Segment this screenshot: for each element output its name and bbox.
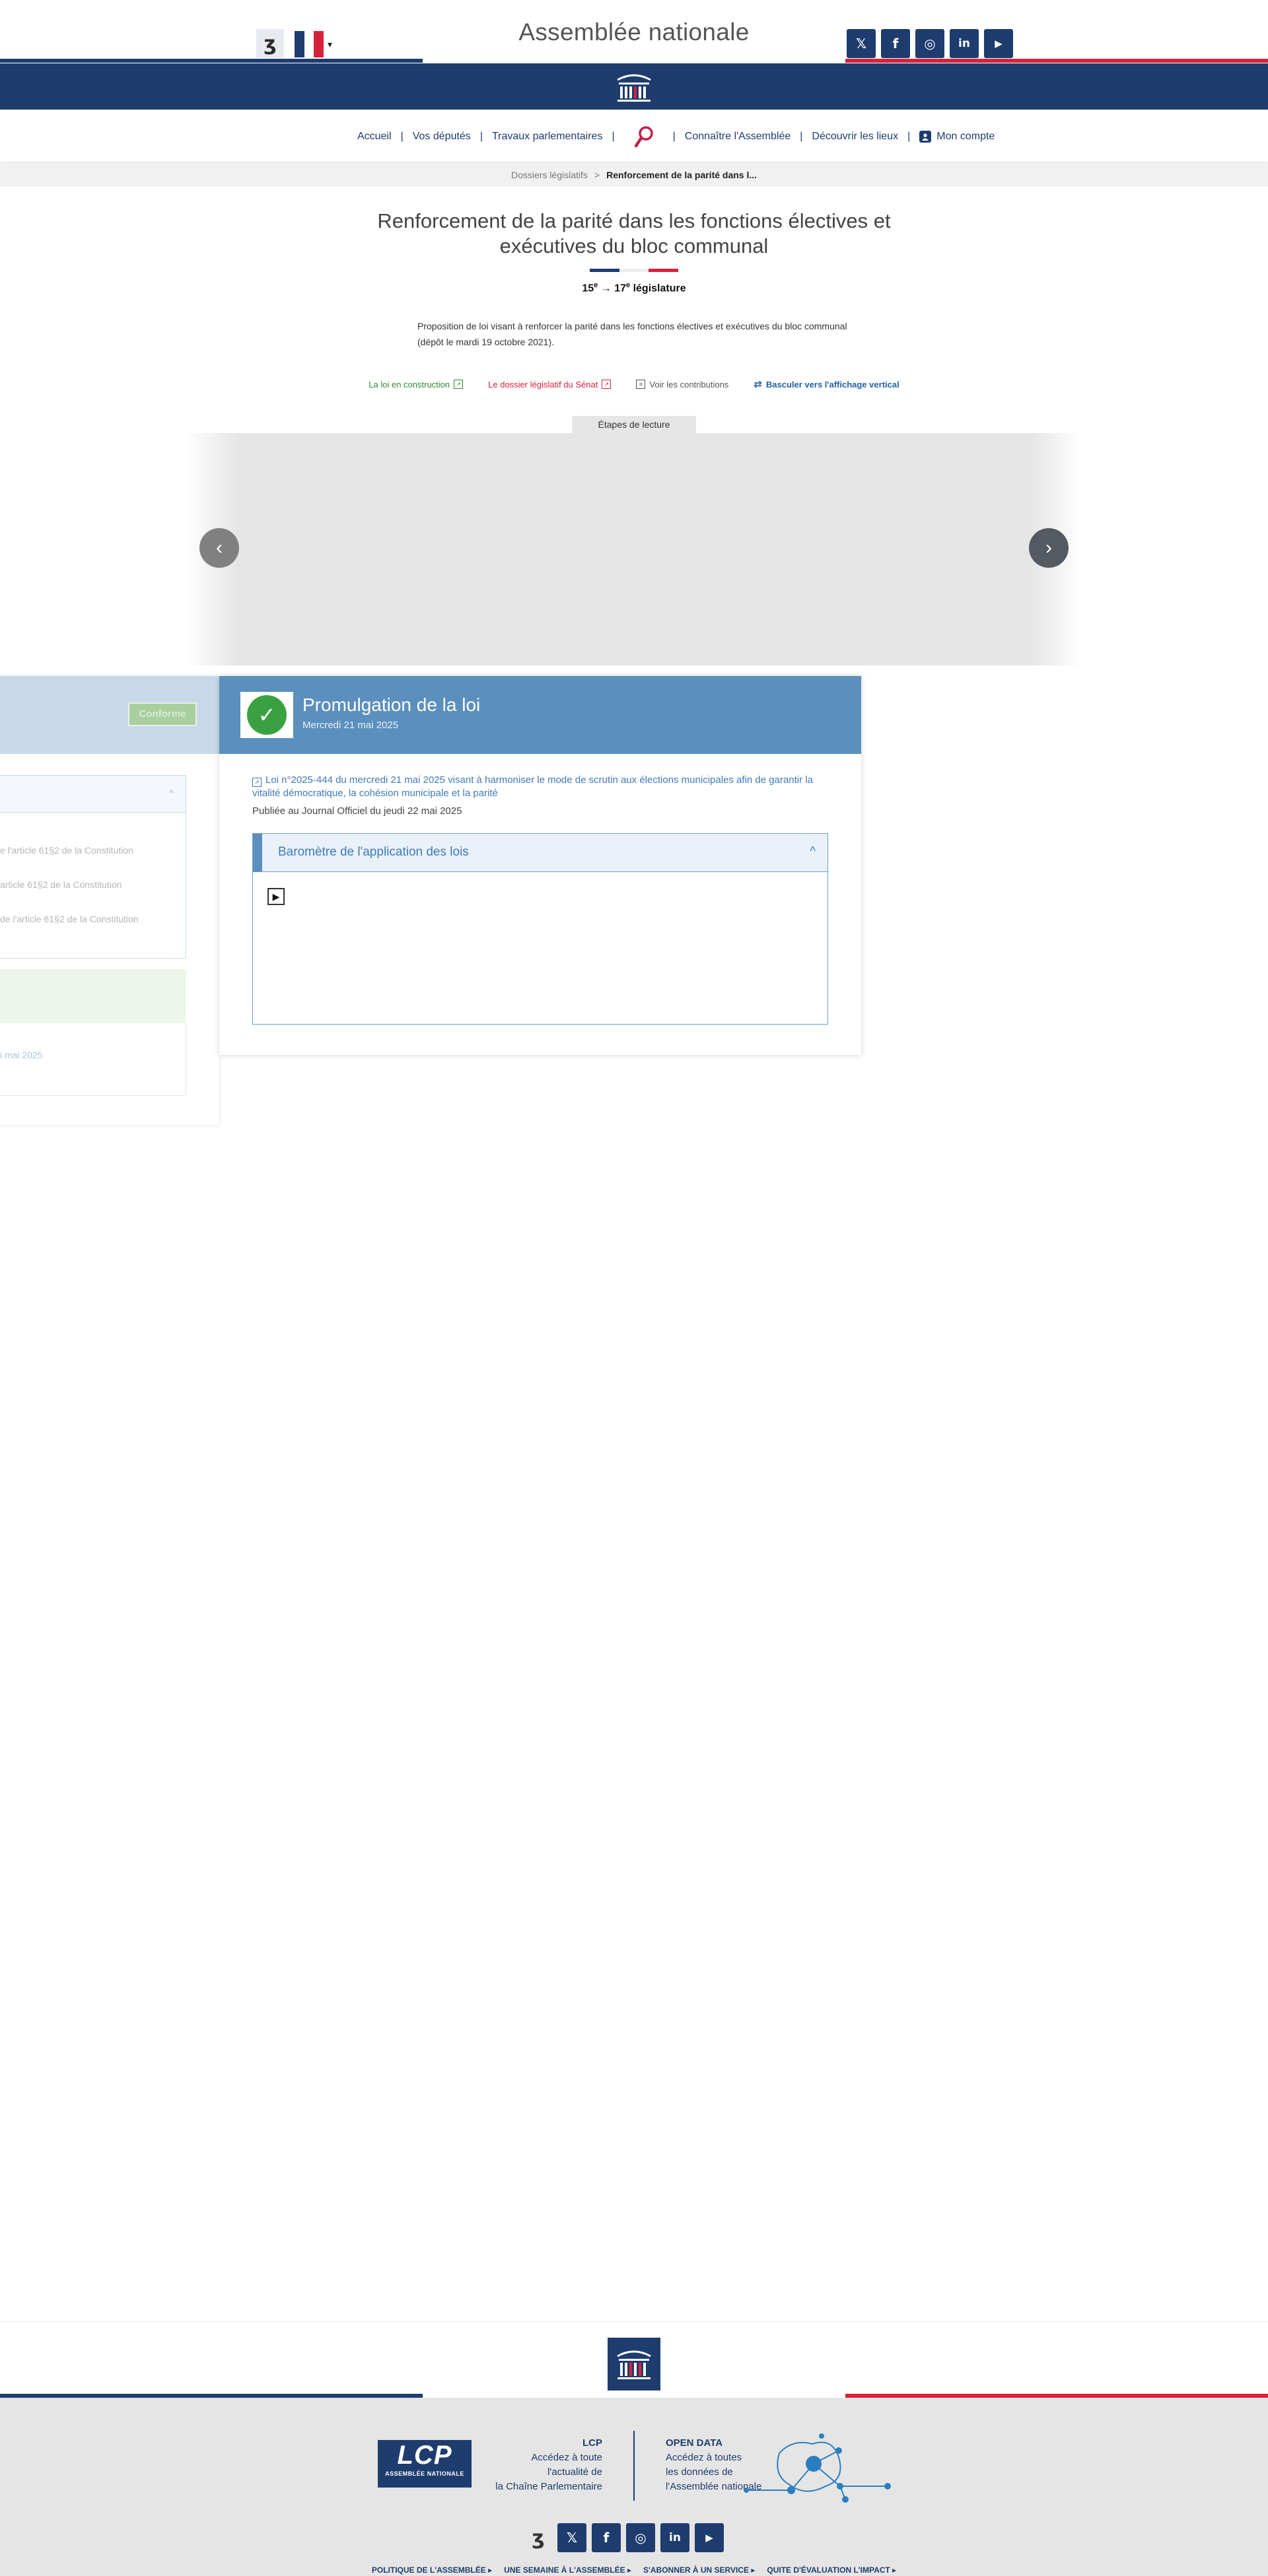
nav-item-accueil[interactable]: Accueil [357,131,392,143]
footer-link[interactable]: QUITE D'ÉVALUATION L'IMPACT ▸ [767,2565,896,2575]
nav-item-deputes[interactable]: Vos députés [413,131,471,143]
hemicycle-logo-icon [617,2350,651,2379]
chevron-down-icon: ▾ [328,38,333,50]
chevron-up-icon: ^ [810,844,816,858]
account-link[interactable]: Mon compte [919,131,995,143]
tricolor-divider [590,269,679,272]
previous-step-section [0,969,186,1023]
breadcrumb: Dossiers législatifs > Renforcement de l… [0,163,1268,187]
swap-arrows-icon: ⇄ [754,378,762,390]
decision-line: e l'article 61§2 de la Constitution [0,845,133,856]
social-links: 𝕏 f ◎ in ▶ [847,29,1013,58]
nav-separator: | [400,131,404,142]
nav-separator: | [907,131,911,142]
reading-steps-carousel [185,433,1083,665]
external-link-icon: ↗ [252,778,262,787]
facebook-icon[interactable]: f [881,29,910,58]
vertical-view-toggle[interactable]: ⇄ Basculer vers l'affichage vertical [754,378,899,390]
linkedin-icon[interactable]: in [950,29,979,58]
reading-steps-tab[interactable]: Étapes de lecture [572,416,696,434]
step-title: Promulgation de la loi [302,695,481,715]
footer-link[interactable]: UNE SEMAINE À L'ASSEMBLÉE ▸ [504,2565,631,2575]
chevron-left-icon: ‹ [216,537,223,559]
main-navigation: Accueil | Vos députés | Travaux parlemen… [0,110,1268,162]
footer-divider [633,2431,635,2501]
page-title: Renforcement de la parité dans les fonct… [377,209,891,257]
search-icon [634,126,653,148]
decision-line: de l'article 61§2 de la Constitution [0,914,139,924]
footer-links: POLITIQUE DE L'ASSEMBLÉE ▸ UNE SEMAINE À… [0,2565,1268,2575]
x-icon[interactable]: 𝕏 [847,29,876,58]
french-flag-icon [295,31,324,57]
footer-link[interactable]: S'ABONNER À UN SERVICE ▸ [643,2565,755,2575]
previous-step-card[interactable]: Conforme ^ e l'article 61§2 de la Consti… [0,676,219,1125]
nav-item-travaux[interactable]: Travaux parlementaires [492,131,602,143]
nav-separator: | [672,131,676,142]
user-icon [919,131,932,143]
promulgation-card-header: ✓ Promulgation de la loi Mercredi 21 mai… [219,676,861,754]
external-link-icon: ↗ [602,380,612,389]
loi-construction-link[interactable]: La loi en construction ↗ [369,378,464,390]
loi-text-link[interactable]: ↗ Loi n°2025-444 du mercredi 21 mai 2025 … [252,774,820,800]
accessibility-ear-button[interactable]: ʒ [256,29,284,58]
site-title[interactable]: Assemblée nationale [423,18,845,46]
document-icon: ≡ [636,380,646,389]
language-selector[interactable]: ▾ [295,30,335,58]
chevron-up-icon[interactable]: ^ [169,788,174,798]
senat-dossier-link[interactable]: Le dossier législatif du Sénat ↗ [488,378,612,390]
instagram-icon[interactable]: ◎ [626,2523,655,2552]
check-icon: ✓ [247,695,287,735]
play-icon[interactable]: ▶ [267,888,285,905]
lcp-logo[interactable]: LCP ASSEMBLÉE NATIONALE [378,2440,472,2488]
flag-stripe-blue [0,59,423,63]
footer-assemblee-logo[interactable] [608,2338,660,2390]
breadcrumb-dossiers[interactable]: Dossiers législatifs [511,170,588,180]
previous-step-decisions: ^ [0,775,186,959]
footer-link[interactable]: POLITIQUE DE L'ASSEMBLÉE ▸ [372,2565,492,2575]
step-date: Mercredi 21 mai 2025 [302,720,399,731]
flag-stripe-red [845,59,1268,63]
breadcrumb-current: Renforcement de la parité dans l... [606,170,757,180]
assemblee-logo[interactable] [611,68,657,105]
open-data-network-icon [744,2433,891,2503]
instagram-icon[interactable]: ◎ [915,29,944,58]
contributions-link[interactable]: ≡ Voir les contributions [636,378,728,390]
x-icon[interactable]: 𝕏 [557,2523,586,2552]
promulgation-card: ✓ Promulgation de la loi Mercredi 21 mai… [219,676,861,1055]
carousel-next-button[interactable]: › [1029,528,1069,568]
ear-icon: ʒ [264,32,277,55]
nav-item-connaitre[interactable]: Connaître l'Assemblée [685,131,791,143]
barometre-header[interactable]: Baromètre de l'application des lois ^ [253,834,828,872]
facebook-icon[interactable]: f [592,2523,621,2552]
footer-social-links: ʒ 𝕏 f ◎ in ▶ [524,2523,724,2552]
decision-line: article 61§2 de la Constitution [0,879,122,890]
publication-info: Publiée au Journal Officiel du jeudi 22 … [252,805,462,817]
youtube-icon[interactable]: ▶ [695,2523,724,2552]
hemicycle-logo-icon [617,74,651,102]
previous-step-header: Conforme [0,676,219,754]
nav-separator: | [612,131,615,142]
youtube-icon[interactable]: ▶ [984,29,1013,58]
dossier-links: La loi en construction ↗ Le dossier légi… [0,378,1268,390]
lcp-promo-link[interactable]: LCP Accédez à toute l'actualité de la Ch… [482,2436,602,2494]
carousel-prev-button[interactable]: ‹ [199,528,239,568]
barometre-title: Baromètre de l'application des lois [278,845,469,859]
nav-separator: | [479,131,483,142]
account-label: Mon compte [936,131,995,142]
chevron-right-icon: › [1045,537,1052,559]
previous-step-date: i mai 2025 [0,1050,43,1060]
dossier-description: Proposition de loi visant à renforcer la… [417,321,847,347]
search-button[interactable] [624,125,664,148]
barometre-panel: Baromètre de l'application des lois ^ ▶ [252,833,828,1025]
legislature-range: 15e → 17e législature [582,281,686,294]
nav-item-decouvrir[interactable]: Découvrir les lieux [812,131,898,143]
external-link-icon: ↗ [454,380,464,389]
ear-icon[interactable]: ʒ [524,2523,552,2552]
status-badge: Conforme [128,702,197,726]
breadcrumb-separator: > [594,170,600,180]
nav-separator: | [800,131,803,142]
linkedin-icon[interactable]: in [660,2523,689,2552]
